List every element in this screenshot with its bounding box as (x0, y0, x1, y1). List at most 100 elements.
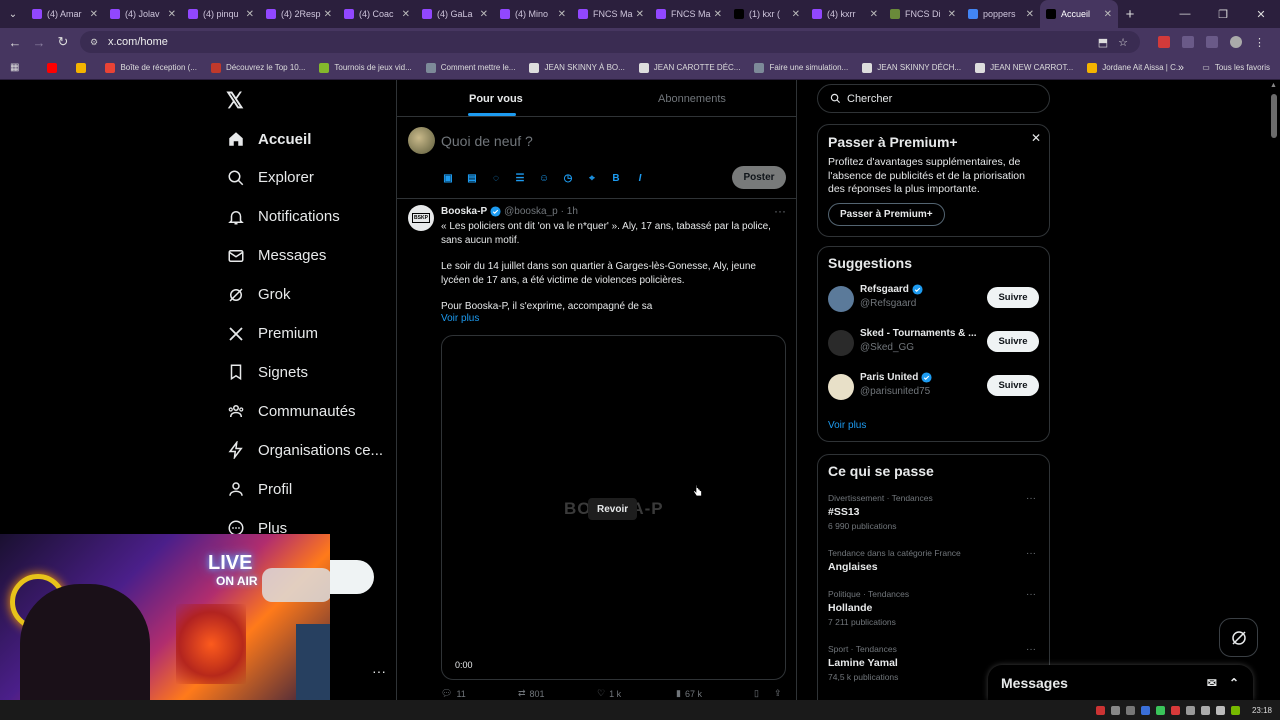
poll-icon[interactable]: ☰ (513, 171, 527, 185)
like-button[interactable]: ♡ 1 k (597, 688, 621, 699)
tab-close-icon[interactable]: ✕ (1104, 9, 1112, 20)
tab-close-icon[interactable]: ✕ (792, 9, 800, 20)
trend-item[interactable]: Tendance dans la catégorie France Anglais… (828, 548, 1040, 573)
all-bookmarks-folder[interactable]: ▭ Tous les favoris (1202, 63, 1270, 72)
browser-tab[interactable]: FNCS Ma ✕ (650, 0, 728, 28)
suggestion-handle[interactable]: @parisunited75 (860, 386, 930, 397)
browser-tab[interactable]: (4) pinqu ✕ (182, 0, 260, 28)
search-input[interactable]: Chercher (817, 84, 1050, 113)
nav-item-accueil[interactable]: Accueil (226, 129, 311, 149)
location-icon[interactable]: ⌖ (585, 171, 599, 185)
bookmark-item[interactable]: JEAN CAROTTE DÉC... (638, 62, 740, 73)
tweet-author-handle[interactable]: @booska_p (504, 206, 558, 217)
minimize-icon[interactable]: — (1166, 8, 1204, 20)
bookmarks-overflow-icon[interactable]: » (1178, 62, 1184, 74)
browser-tab[interactable]: FNCS Di ✕ (884, 0, 962, 28)
tray-app-icon[interactable] (1125, 705, 1135, 715)
browser-tab[interactable]: (4) Jolav ✕ (104, 0, 182, 28)
site-info-icon[interactable]: ⚙ (90, 37, 102, 48)
tray-app-icon[interactable] (1110, 705, 1120, 715)
browser-tab[interactable]: (4) Mino ✕ (494, 0, 572, 28)
trend-more-icon[interactable]: ··· (1026, 548, 1036, 559)
emoji-icon[interactable]: ☺ (537, 171, 551, 185)
suggestion-name[interactable]: Paris United (860, 372, 918, 383)
browser-tab[interactable]: FNCS Ma ✕ (572, 0, 650, 28)
extension-red-icon[interactable] (1158, 36, 1170, 48)
bold-icon[interactable]: B (609, 171, 623, 185)
tab-close-icon[interactable]: ✕ (558, 9, 566, 20)
tab-close-icon[interactable]: ✕ (90, 9, 98, 20)
tweet[interactable]: BSKP Booska-P @booska_p · 1h ··· « Les p… (397, 200, 797, 700)
tray-app-icon[interactable] (1170, 705, 1180, 715)
browser-tab[interactable]: (4) Coac ✕ (338, 0, 416, 28)
bookmark-star-icon[interactable]: ☆ (1118, 36, 1128, 49)
tray-app-icon[interactable] (1200, 705, 1210, 715)
suggestion-avatar[interactable] (828, 330, 854, 356)
tab-close-icon[interactable]: ✕ (246, 9, 254, 20)
browser-tab[interactable]: Accueil ✕ (1040, 0, 1118, 28)
restore-icon[interactable]: ❐ (1204, 8, 1242, 21)
bookmark-item[interactable]: JEAN NEW CARROT... (975, 62, 1073, 73)
suggestion-avatar[interactable] (828, 286, 854, 312)
extensions-puzzle-icon[interactable] (1182, 36, 1194, 48)
bookmark-item[interactable]: JEAN SKINNY DÉCH... (862, 62, 961, 73)
trend-more-icon[interactable]: ··· (1026, 493, 1036, 504)
suggestion-handle[interactable]: @Refsgaard (860, 298, 916, 309)
suggestion-item[interactable]: Refsgaard @Refsgaard Suivre (828, 284, 1040, 314)
trend-item[interactable]: Politique · Tendances Hollande 7 211 publi… (828, 589, 1040, 627)
scroll-up-icon[interactable]: ▲ (1270, 82, 1277, 89)
suggestion-item[interactable]: Sked - Tournaments & ... @Sked_GG Suivre (828, 328, 1040, 358)
tab-close-icon[interactable]: ✕ (948, 9, 956, 20)
follow-button[interactable]: Suivre (987, 331, 1039, 352)
close-icon[interactable]: ✕ (1031, 131, 1041, 145)
bookmark-item[interactable]: Faire une simulation... (754, 62, 848, 73)
tray-app-icon[interactable] (1155, 705, 1165, 715)
trend-more-icon[interactable]: ··· (1026, 644, 1036, 655)
expand-icon[interactable]: ⌃ (1229, 676, 1239, 690)
nav-item-signets[interactable]: Signets (226, 362, 308, 382)
bookmark-item[interactable]: Découvrez le Top 10... (210, 62, 305, 73)
tab-abonnements[interactable]: Abonnements (658, 80, 726, 117)
bookmark-item[interactable]: JEAN SKINNY À BO... (529, 62, 625, 73)
nav-item-explorer[interactable]: Explorer (226, 168, 314, 188)
replay-button[interactable]: Revoir (588, 498, 638, 520)
bookmark-tweet-icon[interactable]: ▯ (754, 688, 759, 699)
nav-item-profil[interactable]: Profil (226, 479, 292, 499)
new-message-icon[interactable]: ✉ (1207, 676, 1217, 690)
tab-close-icon[interactable]: ✕ (1026, 9, 1034, 20)
views-button[interactable]: ▮ 67 k (676, 688, 702, 699)
close-window-icon[interactable]: ✕ (1242, 8, 1280, 21)
reload-icon[interactable]: ↻ (51, 34, 75, 50)
tab-close-icon[interactable]: ✕ (324, 9, 332, 20)
repost-button[interactable]: ⇄ 801 (518, 688, 545, 699)
suggestion-name[interactable]: Refsgaard (860, 284, 909, 295)
image-icon[interactable]: ▣ (441, 171, 455, 185)
tab-close-icon[interactable]: ✕ (402, 9, 410, 20)
bookmark-item[interactable]: Comment mettre le... (425, 62, 515, 73)
italic-icon[interactable]: I (633, 171, 647, 185)
bookmark-item[interactable]: Tournois de jeux vid... (319, 62, 412, 73)
tab-close-icon[interactable]: ✕ (636, 9, 644, 20)
suggestion-handle[interactable]: @Sked_GG (860, 342, 914, 353)
tab-search-icon[interactable]: ⌄ (0, 0, 26, 28)
suggestion-name[interactable]: Sked - Tournaments & ... (860, 328, 977, 339)
tab-pour-vous[interactable]: Pour vous (469, 80, 523, 117)
bookmark-item[interactable] (76, 62, 91, 73)
apps-grid-icon[interactable]: ▦ (10, 62, 19, 73)
profile-avatar-icon[interactable] (1230, 36, 1242, 48)
browser-tab[interactable]: (1) kxr (✕ (728, 0, 806, 28)
follow-button[interactable]: Suivre (987, 287, 1039, 308)
trend-item[interactable]: Divertissement · Tendances #SS13 6 990 pub… (828, 493, 1040, 531)
follow-button[interactable]: Suivre (987, 375, 1039, 396)
nav-item-notifications[interactable]: Notifications (226, 207, 340, 227)
browser-menu-icon[interactable]: ⋮ (1254, 36, 1266, 49)
browser-tab[interactable]: (4) 2Resp ✕ (260, 0, 338, 28)
tab-close-icon[interactable]: ✕ (870, 9, 878, 20)
suggestions-more-link[interactable]: Voir plus (828, 420, 866, 431)
nav-item-grok[interactable]: Grok (226, 285, 291, 305)
gif-icon[interactable]: ▤ (465, 171, 479, 185)
trend-more-icon[interactable]: ··· (1026, 589, 1036, 600)
tray-app-icon[interactable] (1140, 705, 1150, 715)
x-logo-icon[interactable]: 𝕏 (226, 88, 244, 114)
tab-close-icon[interactable]: ✕ (168, 9, 176, 20)
